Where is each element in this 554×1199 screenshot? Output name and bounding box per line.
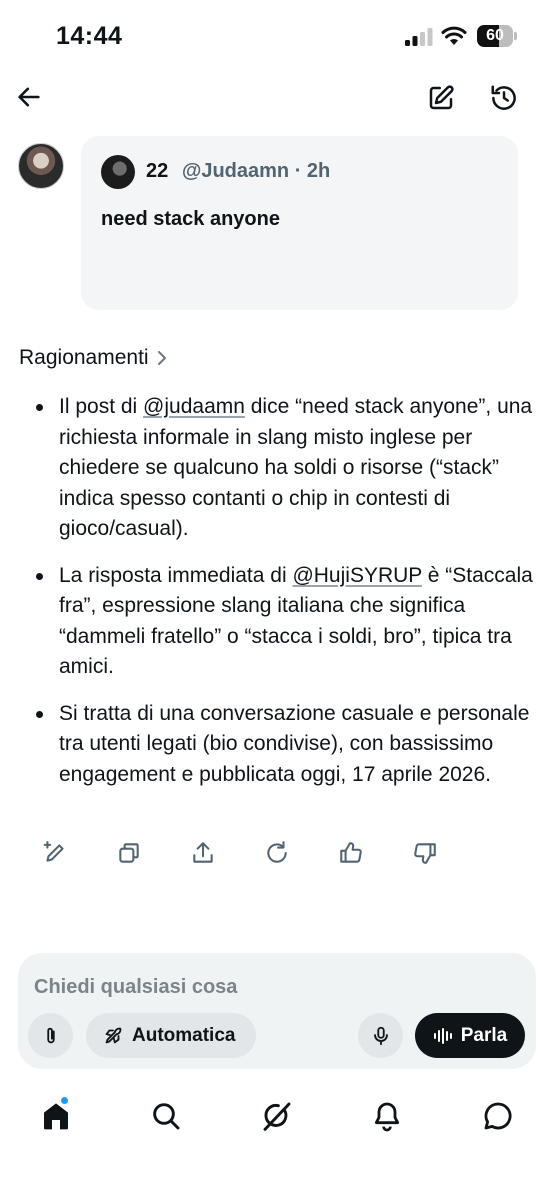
search-icon bbox=[153, 1103, 180, 1130]
nav-grok[interactable] bbox=[259, 1098, 295, 1134]
post-author-name: 22 bbox=[146, 160, 169, 182]
regenerate-icon bbox=[267, 841, 287, 863]
mention-link[interactable]: @HujiSYRUP bbox=[292, 564, 421, 587]
reasoning-toggle[interactable]: Ragionamenti bbox=[19, 346, 169, 370]
like-button[interactable] bbox=[336, 838, 366, 868]
arrow-left-icon bbox=[18, 87, 40, 107]
response-bullets: Il post di @judaamn dice “need stack any… bbox=[34, 392, 539, 806]
bullet-item: La risposta immediata di @HujiSYRUP è “S… bbox=[34, 561, 539, 683]
reasoning-label: Ragionamenti bbox=[19, 346, 149, 369]
edit-icon bbox=[429, 85, 454, 110]
share-icon bbox=[193, 842, 213, 863]
history-button[interactable] bbox=[486, 80, 522, 116]
quoted-post-card[interactable]: 22 @Judaamn · 2h need stack anyone bbox=[81, 136, 518, 310]
bullet-item: Si tratta di una conversazione casuale e… bbox=[34, 699, 539, 791]
nav-messages[interactable] bbox=[480, 1098, 516, 1134]
mode-label: Automatica bbox=[132, 1024, 236, 1046]
mention-link[interactable]: @judaamn bbox=[143, 395, 245, 418]
bullet-item: Il post di @judaamn dice “need stack any… bbox=[34, 392, 539, 545]
composer: Automatica Parla bbox=[18, 953, 536, 1069]
thumbs-up-icon bbox=[340, 842, 362, 863]
share-button[interactable] bbox=[188, 838, 218, 868]
back-button[interactable] bbox=[12, 80, 46, 114]
thumbs-down-icon bbox=[414, 843, 436, 864]
post-text: need stack anyone bbox=[101, 208, 280, 230]
talk-label: Parla bbox=[460, 1024, 508, 1046]
nav-search[interactable] bbox=[148, 1098, 184, 1134]
post-time: 2h bbox=[306, 160, 331, 182]
history-icon bbox=[491, 85, 516, 110]
status-time: 14:44 bbox=[56, 22, 123, 50]
attach-button[interactable] bbox=[28, 1013, 73, 1058]
dislike-button[interactable] bbox=[410, 838, 440, 868]
home-icon bbox=[44, 1103, 68, 1130]
microphone-button[interactable] bbox=[358, 1013, 403, 1058]
waveform-icon bbox=[433, 1027, 452, 1044]
copy-button[interactable] bbox=[114, 838, 144, 868]
post-separator: · bbox=[294, 160, 302, 182]
post-author-handle: @Judaamn bbox=[181, 160, 290, 182]
mode-selector[interactable]: Automatica bbox=[86, 1013, 256, 1058]
user-avatar bbox=[18, 143, 64, 189]
nav-home[interactable] bbox=[38, 1096, 74, 1134]
post-author-avatar bbox=[101, 155, 135, 189]
notification-dot bbox=[60, 1096, 69, 1105]
paperclip-icon bbox=[46, 1027, 55, 1043]
nav-notifications[interactable] bbox=[369, 1098, 405, 1134]
rewrite-icon bbox=[43, 841, 64, 862]
new-chat-button[interactable] bbox=[423, 80, 459, 116]
grok-icon bbox=[263, 1102, 291, 1131]
notifications-icon bbox=[374, 1102, 400, 1132]
talk-button[interactable]: Parla bbox=[415, 1013, 525, 1058]
regenerate-button[interactable] bbox=[262, 838, 292, 868]
copy-icon bbox=[119, 843, 139, 863]
messages-icon bbox=[484, 1102, 512, 1130]
signal-icon bbox=[405, 28, 433, 46]
chevron-right-icon bbox=[157, 351, 166, 365]
bottom-navigation bbox=[0, 1093, 554, 1141]
post-header: 22 @Judaamn · 2h bbox=[146, 160, 330, 183]
wifi-icon bbox=[441, 26, 467, 45]
ask-input[interactable] bbox=[34, 973, 354, 1001]
rewrite-button[interactable] bbox=[40, 838, 70, 868]
battery-indicator: 60 bbox=[477, 25, 517, 47]
battery-level: 60 bbox=[486, 27, 504, 44]
rocket-icon bbox=[105, 1027, 122, 1043]
microphone-icon bbox=[373, 1026, 388, 1045]
